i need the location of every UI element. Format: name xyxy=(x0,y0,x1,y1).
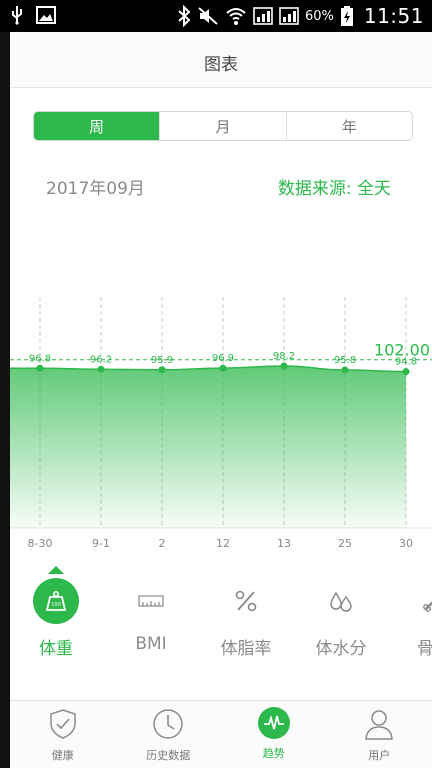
mute-icon xyxy=(198,7,218,25)
metric-body-water[interactable]: 体水分 xyxy=(301,566,381,659)
header: 图表 xyxy=(10,32,432,88)
data-label: 96.2 xyxy=(90,354,112,365)
metric-selector: 100 体重 BMI 体脂率 体水分 骨骼 xyxy=(10,566,432,666)
data-label: 95.9 xyxy=(151,355,173,366)
x-tick-label: 8-30 xyxy=(28,537,53,550)
tab-week[interactable]: 周 xyxy=(34,112,160,140)
battery-percent: 60% xyxy=(304,8,334,24)
page-title: 图表 xyxy=(204,55,238,75)
data-label: 98.2 xyxy=(273,351,295,362)
data-point[interactable] xyxy=(36,364,44,372)
tab-year[interactable]: 年 xyxy=(285,112,412,140)
data-point[interactable] xyxy=(158,366,166,374)
user-icon xyxy=(362,707,396,741)
tab-trend-label: 趋势 xyxy=(262,747,285,760)
shield-check-icon xyxy=(46,707,80,741)
bottom-tab-bar: 健康 历史数据 趋势 用户 xyxy=(10,700,432,768)
tab-user-label: 用户 xyxy=(368,749,391,762)
signal-icon-2 xyxy=(279,7,299,25)
data-point[interactable] xyxy=(280,362,288,370)
clock: 11:51 xyxy=(363,4,424,28)
metric-bmi-label: BMI xyxy=(135,634,167,654)
weight-area xyxy=(10,365,406,528)
metric-bmi[interactable]: BMI xyxy=(111,566,191,654)
data-point[interactable] xyxy=(219,364,227,372)
wifi-icon xyxy=(226,8,246,25)
tab-health-label: 健康 xyxy=(51,749,74,762)
data-point[interactable] xyxy=(402,368,410,376)
signal-icon xyxy=(253,7,273,25)
bone-icon xyxy=(411,578,432,624)
usb-icon xyxy=(12,6,22,25)
svg-text:100: 100 xyxy=(51,602,61,608)
data-point[interactable] xyxy=(97,365,105,373)
metric-weight-label: 体重 xyxy=(39,639,73,659)
x-tick-label: 13 xyxy=(277,537,291,550)
x-tick-label: 2 xyxy=(159,537,166,550)
ruler-icon xyxy=(128,578,174,624)
tab-trend[interactable]: 趋势 xyxy=(221,701,327,768)
x-tick-label: 9-1 xyxy=(92,537,110,550)
percent-icon xyxy=(223,578,269,624)
weight-trend-chart: 102.00 96.8 96.2 95.9 96.9 98.2 95.8 94.8 8-30… xyxy=(10,297,432,550)
weight-icon: 100 xyxy=(33,578,79,624)
metric-body-fat-label: 体脂率 xyxy=(220,639,272,659)
date-label: 2017年09月 xyxy=(46,179,145,199)
tab-history[interactable]: 历史数据 xyxy=(116,701,222,768)
left-edge xyxy=(0,32,10,768)
water-drop-icon xyxy=(318,578,364,624)
data-label: 95.8 xyxy=(334,355,356,366)
tab-history-label: 历史数据 xyxy=(146,749,191,762)
bluetooth-icon xyxy=(178,5,191,27)
period-selector: 周 月 年 xyxy=(33,111,413,141)
metric-weight[interactable]: 100 体重 xyxy=(16,566,96,659)
status-bar: 60% 11:51 xyxy=(0,0,432,32)
x-tick-label: 25 xyxy=(338,537,352,550)
metric-bone[interactable]: 骨骼 xyxy=(394,566,432,659)
clock-icon xyxy=(151,707,185,741)
data-point[interactable] xyxy=(341,366,349,374)
data-label: 96.9 xyxy=(212,353,234,364)
data-source-selector[interactable]: 数据来源: 全天 xyxy=(278,174,391,199)
metric-bone-label: 骨骼 xyxy=(417,639,432,659)
tab-user[interactable]: 用户 xyxy=(327,701,432,768)
image-icon xyxy=(36,6,56,24)
x-tick-label: 12 xyxy=(216,537,230,550)
battery-charging-icon xyxy=(340,6,353,26)
tab-health[interactable]: 健康 xyxy=(10,701,116,768)
x-tick-label: 30 xyxy=(399,537,413,550)
pulse-icon xyxy=(257,707,290,739)
metric-body-fat[interactable]: 体脂率 xyxy=(206,566,286,659)
metric-body-water-label: 体水分 xyxy=(315,639,367,659)
data-label: 96.8 xyxy=(29,353,51,364)
data-label: 94.8 xyxy=(395,357,417,368)
app-screen: 图表 周 月 年 2017年09月 数据来源: 全天 102.00 96.8 96… xyxy=(10,32,432,768)
selected-caret-icon xyxy=(48,566,64,574)
tab-month[interactable]: 月 xyxy=(159,112,285,140)
